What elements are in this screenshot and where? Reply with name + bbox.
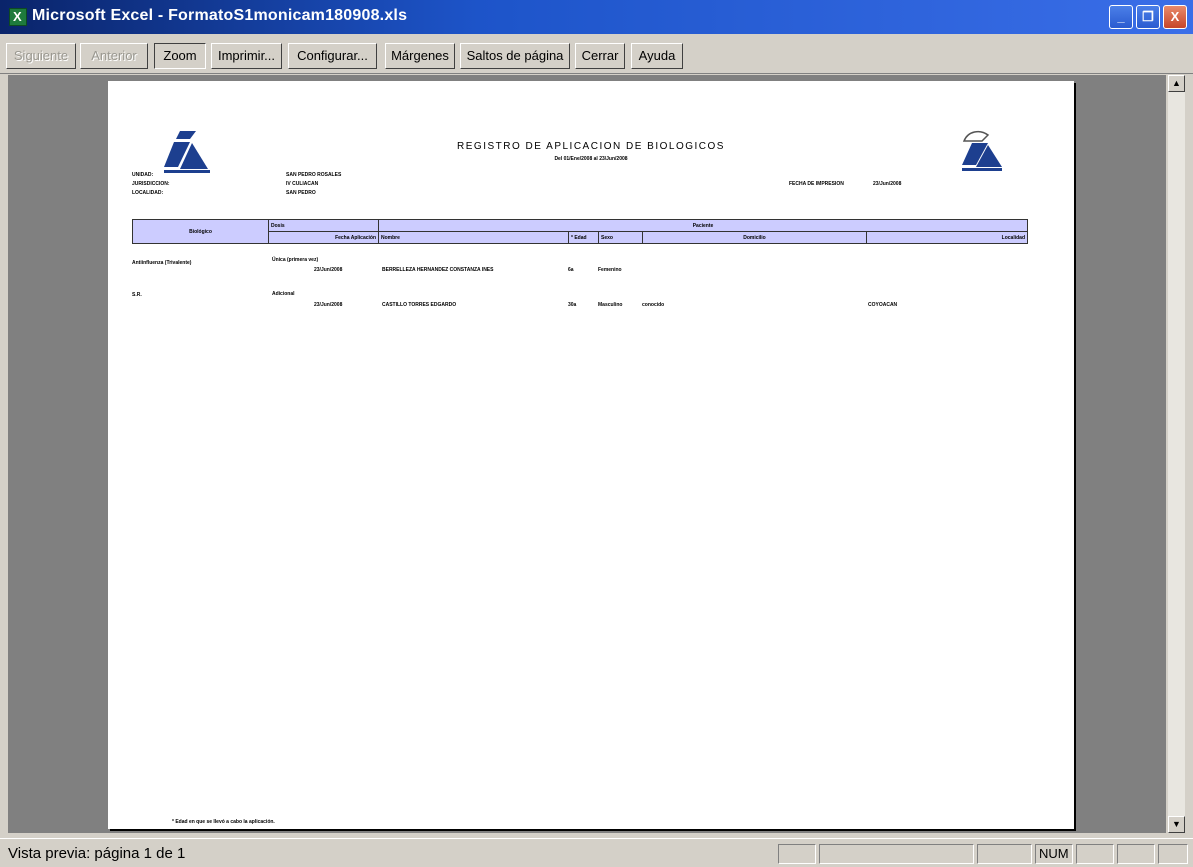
report-title: REGISTRO DE APLICACION DE BIOLOGICOS (457, 141, 725, 152)
status-cell (778, 844, 816, 864)
status-bar: Vista previa: página 1 de 1 NUM (0, 838, 1193, 867)
close-preview-button[interactable]: Cerrar (575, 43, 625, 69)
excel-window: Microsoft Excel - FormatoS1monicam180908… (0, 0, 1193, 867)
col-localidad: Localidad (866, 231, 1028, 244)
close-button[interactable]: X (1163, 5, 1187, 29)
page-breaks-button[interactable]: Saltos de página (460, 43, 570, 69)
col-nombre: Nombre (378, 231, 569, 244)
num-lock-indicator: NUM (1035, 844, 1073, 864)
setup-button[interactable]: Configurar... (288, 43, 377, 69)
col-sexo: Sexo (598, 231, 643, 244)
scroll-up-icon[interactable]: ▲ (1168, 75, 1185, 92)
row1-nombre: BERRELLEZA HERNANDEZ CONSTANZA INES (382, 267, 494, 273)
col-paciente: Paciente (378, 219, 1028, 232)
unidad-value: SAN PEDRO ROSALES (286, 172, 342, 178)
margins-button[interactable]: Márgenes (385, 43, 455, 69)
fecha-impresion-label: FECHA DE IMPRESION (789, 181, 844, 187)
unidad-label: UNIDAD: (132, 172, 154, 178)
col-fecha-aplicacion: Fecha Aplicación (268, 231, 379, 244)
row1-biologico: Antiinfluenza (Trivalente) (132, 260, 192, 266)
preview-area[interactable]: REGISTRO DE APLICACION DE BIOLOGICOS Del… (8, 75, 1166, 833)
print-page: REGISTRO DE APLICACION DE BIOLOGICOS Del… (108, 81, 1074, 829)
row1-fecha: 23/Jun/2008 (314, 267, 343, 273)
window-title: Microsoft Excel - FormatoS1monicam180908… (32, 7, 408, 24)
minimize-button[interactable]: _ (1109, 5, 1133, 29)
ssa-logo-left-icon (164, 131, 210, 173)
row2-nombre: CASTILLO TORRES EDGARDO (382, 302, 457, 308)
col-biologico: Biológico (132, 219, 269, 244)
row2-localidad: COYOACAN (868, 302, 898, 308)
restore-button[interactable]: ❐ (1136, 5, 1160, 29)
status-cell (819, 844, 974, 864)
help-button[interactable]: Ayuda (631, 43, 683, 69)
row2-domicilio: conocido (642, 302, 665, 308)
jurisdiccion-label: JURISDICCION: (132, 181, 170, 187)
previous-page-button[interactable]: Anterior (80, 43, 148, 69)
title-bar[interactable]: Microsoft Excel - FormatoS1monicam180908… (0, 0, 1193, 34)
status-cell (977, 844, 1032, 864)
vertical-scrollbar[interactable]: ▲ ▼ (1167, 75, 1185, 833)
row1-dosis: Única (primera vez) (272, 257, 319, 263)
row2-fecha: 23/Jun/2008 (314, 302, 343, 308)
status-cell (1158, 844, 1188, 864)
status-cell (1117, 844, 1155, 864)
row2-biologico: S.R. (132, 292, 142, 298)
print-button[interactable]: Imprimir... (211, 43, 282, 69)
localidad-label: LOCALIDAD: (132, 190, 164, 196)
report-table-header: Biológico Dosis Paciente Fecha Aplicació… (132, 219, 1028, 244)
col-edad: * Edad (568, 231, 599, 244)
jurisdiccion-value: IV CULIACAN (286, 181, 319, 187)
col-dosis: Dosis (268, 219, 379, 232)
next-page-button[interactable]: Siguiente (6, 43, 76, 69)
col-domicilio: Domicilio (642, 231, 867, 244)
zoom-button[interactable]: Zoom (154, 43, 206, 69)
scroll-down-icon[interactable]: ▼ (1168, 816, 1185, 833)
localidad-value: SAN PEDRO (286, 190, 316, 196)
row2-sexo: Masculino (598, 302, 623, 308)
preview-toolbar: Siguiente Anterior Zoom Imprimir... Conf… (0, 34, 1193, 74)
excel-icon (9, 8, 27, 26)
footnote: * Edad en que se llevó a cabo la aplicac… (172, 819, 275, 825)
row2-edad: 30a (568, 302, 577, 308)
row2-dosis: Adicional (272, 291, 295, 297)
status-text: Vista previa: página 1 de 1 (8, 845, 186, 862)
fecha-impresion-value: 23/Jun/2008 (873, 181, 902, 187)
row1-sexo: Femenino (598, 267, 622, 273)
report-subtitle: Del 01/Ene/2008 al 23/Jun/2008 (554, 156, 628, 162)
status-cell (1076, 844, 1114, 864)
row1-edad: 6a (568, 267, 574, 273)
